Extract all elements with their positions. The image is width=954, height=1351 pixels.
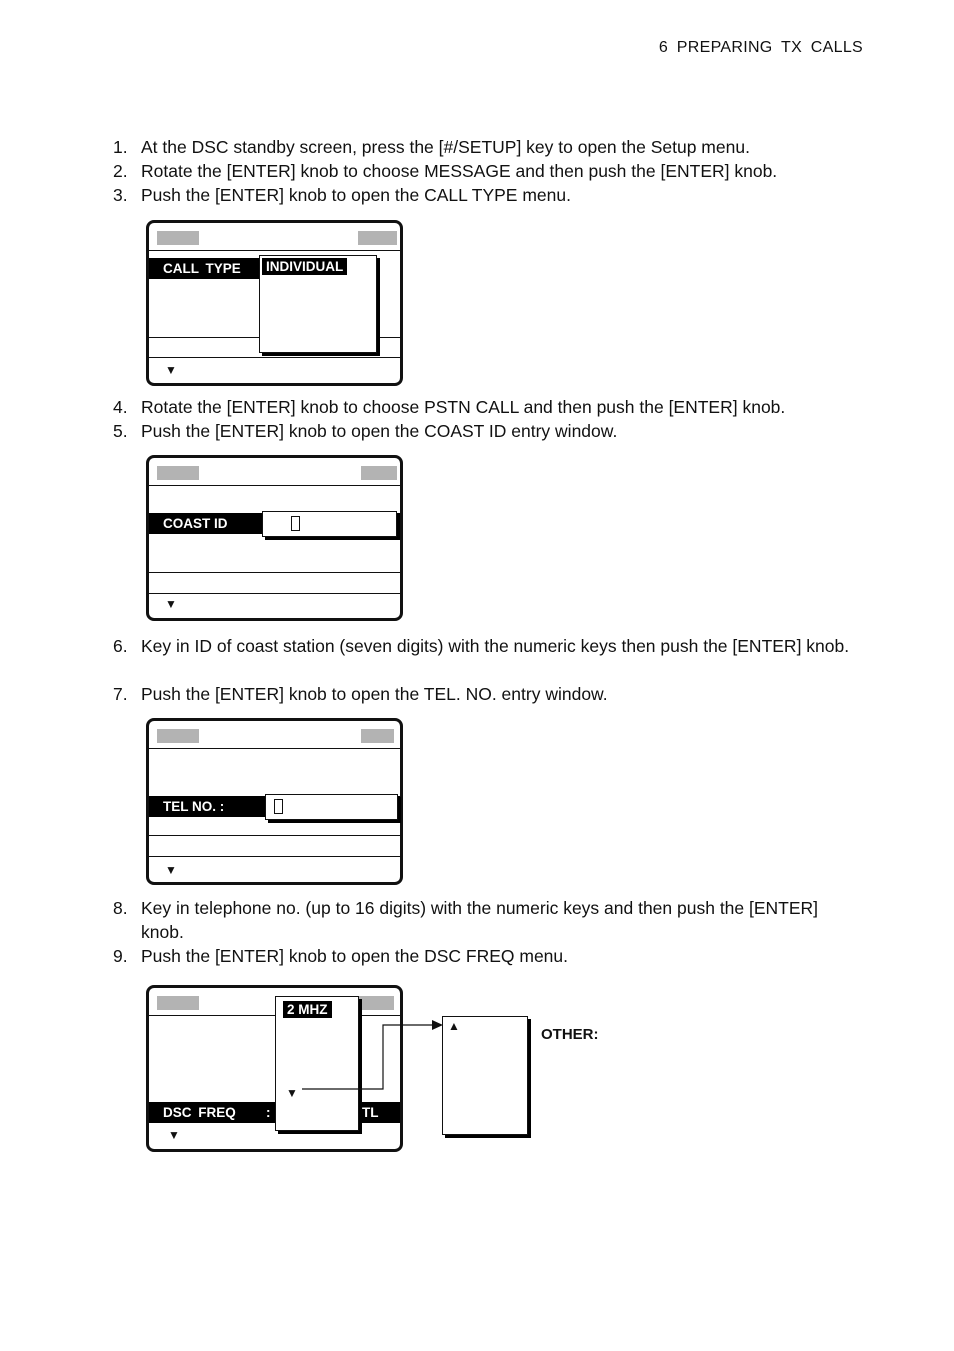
- connector-arrow: [302, 1020, 443, 1090]
- other-label: OTHER:: [541, 1026, 599, 1043]
- connector-line: [302, 1024, 436, 1090]
- other-submenu[interactable]: ▲: [442, 1016, 528, 1135]
- up-arrow-icon: ▲: [448, 1019, 460, 1033]
